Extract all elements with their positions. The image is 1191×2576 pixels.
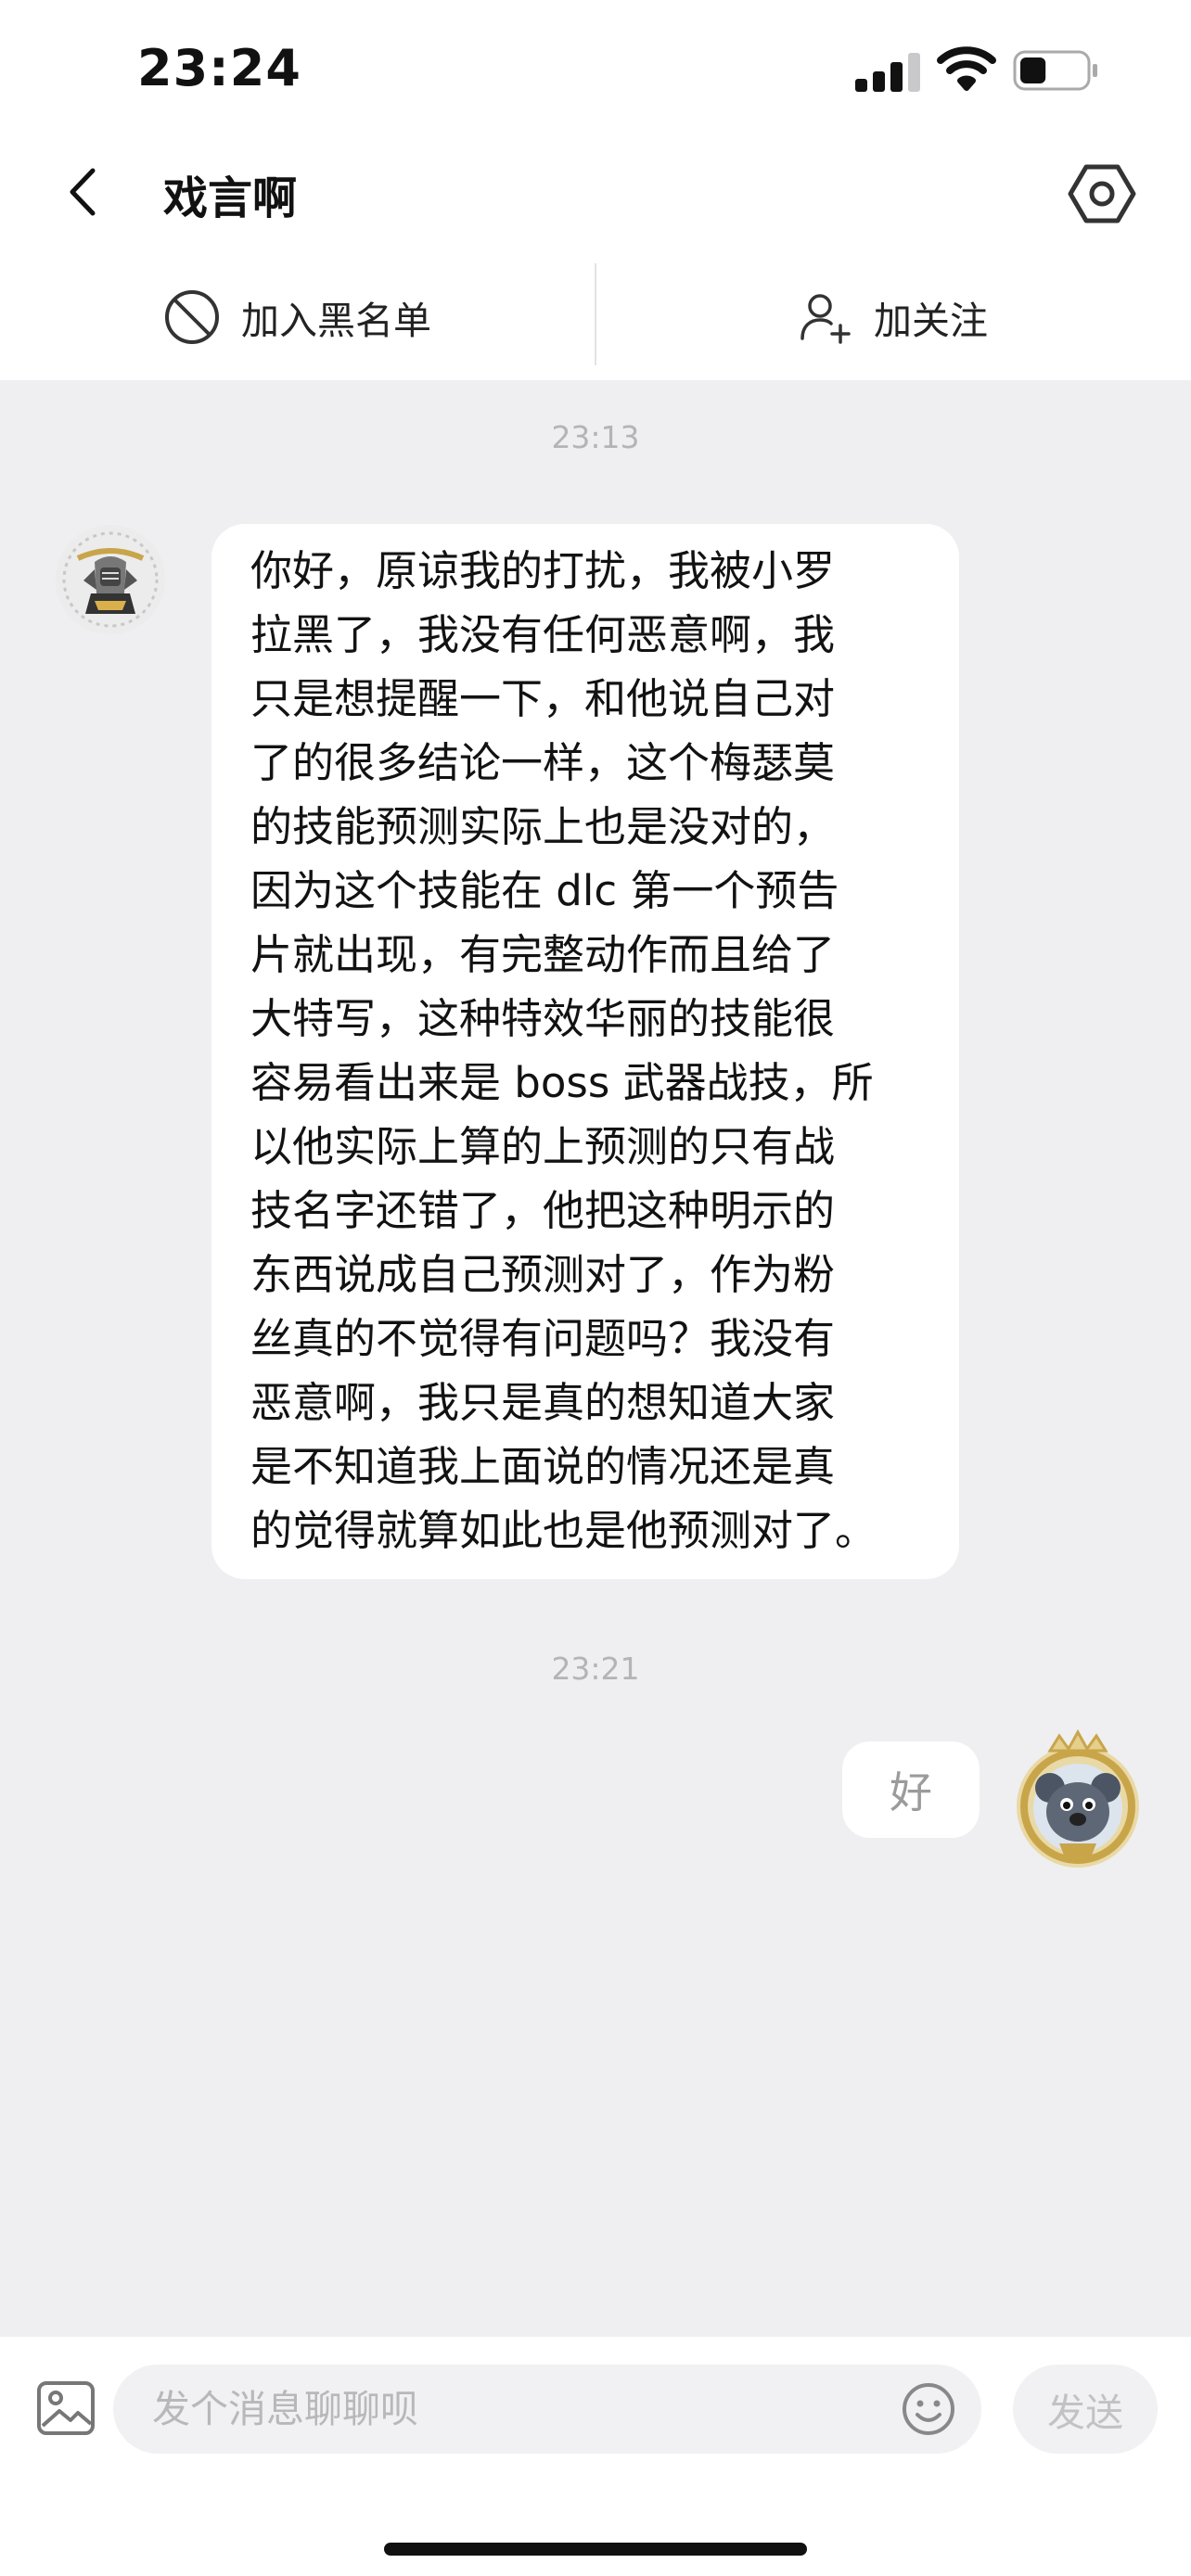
message-line: 恶意啊，我只是真的想知道大家 <box>250 1378 836 1427</box>
koala-avatar-icon <box>1017 1728 1139 1868</box>
follow-label: 加关注 <box>874 299 988 343</box>
block-label: 加入黑名单 <box>241 299 431 343</box>
message-input[interactable]: 发个消息聊聊呗 <box>113 2365 981 2454</box>
message-input-placeholder: 发个消息聊聊呗 <box>152 2387 418 2431</box>
image-picker-icon[interactable] <box>35 2378 96 2439</box>
follow-button[interactable]: 加关注 <box>596 261 1191 373</box>
add-user-icon <box>800 294 851 344</box>
settings-gear-icon[interactable] <box>1067 161 1137 226</box>
outgoing-message-bubble[interactable]: 好 <box>842 1741 980 1838</box>
my-avatar[interactable] <box>1004 1727 1152 1875</box>
knight-avatar-icon <box>56 525 165 634</box>
message-line: 以他实际上算的上预测的只有战 <box>250 1122 836 1171</box>
chat-header: 戏言啊 <box>0 139 1191 246</box>
home-indicator <box>384 2543 807 2556</box>
message-timestamp: 23:13 <box>551 419 640 455</box>
status-time: 23:24 <box>137 39 301 97</box>
message-line: 是不知道我上面说的情况还是真 <box>250 1442 836 1491</box>
block-icon <box>165 290 219 344</box>
message-line: 因为这个技能在 dlc 第一个预告 <box>250 866 839 915</box>
chat-title: 戏言啊 <box>163 172 298 224</box>
sender-avatar[interactable] <box>56 525 165 634</box>
wifi-icon <box>937 46 996 91</box>
top-panel: 23:24 戏言啊 加入黑名单 加关注 <box>0 0 1191 380</box>
battery-icon <box>1013 50 1097 91</box>
composer-bar: 发个消息聊聊呗 发送 <box>0 2337 1191 2576</box>
message-line: 了的很多结论一样，这个梅瑟莫 <box>250 738 836 787</box>
incoming-message-bubble[interactable]: 你好，原谅我的打扰，我被小罗 拉黑了，我没有任何恶意啊，我 只是想提醒一下，和他… <box>211 524 959 1579</box>
back-arrow-icon[interactable] <box>56 159 111 224</box>
send-button[interactable]: 发送 <box>1013 2365 1158 2454</box>
emoji-icon[interactable] <box>901 2381 956 2437</box>
message-line: 东西说成自己预测对了，作为粉 <box>250 1250 836 1299</box>
message-timestamp: 23:21 <box>551 1651 640 1687</box>
message-line: 大特写，这种特效华丽的技能很 <box>250 994 836 1043</box>
message-line: 容易看出来是 boss 武器战技，所 <box>250 1058 874 1107</box>
message-line: 片就出现，有完整动作而且给了 <box>250 930 836 979</box>
message-line: 丝真的不觉得有问题吗？我没有 <box>250 1314 836 1363</box>
action-bar: 加入黑名单 加关注 <box>0 261 1191 373</box>
cellular-signal-icon <box>855 51 920 92</box>
message-line: 你好，原谅我的打扰，我被小罗 <box>250 546 836 595</box>
message-line: 只是想提醒一下，和他说自己对 <box>250 674 836 723</box>
message-line: 的技能预测实际上也是没对的， <box>250 802 836 851</box>
message-line: 的觉得就算如此也是他预测对了。 <box>250 1506 877 1555</box>
message-line: 拉黑了，我没有任何恶意啊，我 <box>250 610 836 659</box>
block-button[interactable]: 加入黑名单 <box>0 261 595 373</box>
status-bar: 23:24 <box>0 0 1191 139</box>
message-line: 技名字还错了，他把这种明示的 <box>250 1186 836 1235</box>
outgoing-message-text: 好 <box>890 1767 932 1817</box>
